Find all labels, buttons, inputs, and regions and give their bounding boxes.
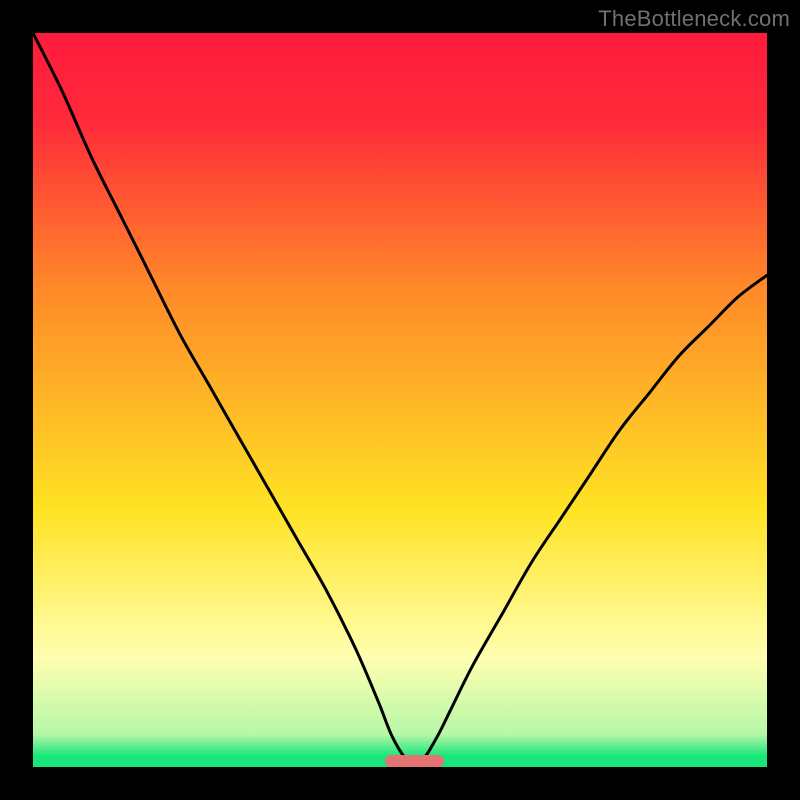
- bottleneck-curve: [33, 33, 767, 767]
- chart-frame: TheBottleneck.com: [0, 0, 800, 800]
- watermark-label: TheBottleneck.com: [598, 6, 790, 32]
- optimal-marker: [385, 755, 444, 767]
- plot-area: [33, 33, 767, 767]
